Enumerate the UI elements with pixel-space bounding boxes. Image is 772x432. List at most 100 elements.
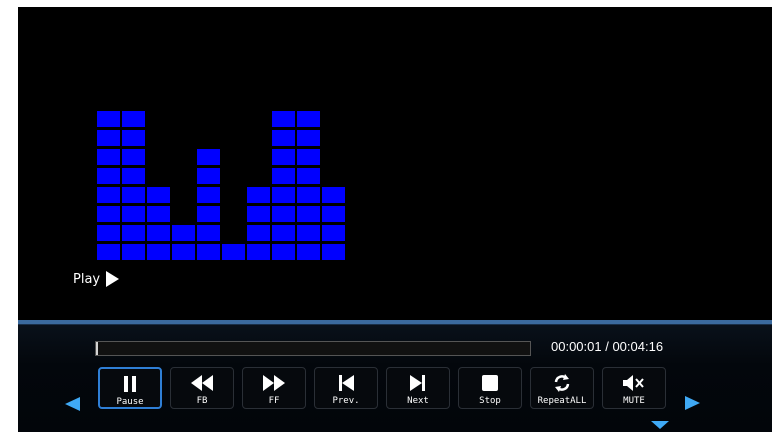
spectrum-cell <box>297 206 320 222</box>
control-bar: 00:00:01 / 00:04:16 Pause FB FF Prev. Next St… <box>18 320 772 432</box>
spectrum-cell <box>197 168 220 184</box>
stop-button[interactable]: Stop <box>458 367 522 409</box>
spectrum-cell <box>97 168 120 184</box>
playback-status-label: Play <box>73 271 101 287</box>
spectrum-cell <box>297 225 320 241</box>
spectrum-cell <box>172 225 195 241</box>
spectrum-cell <box>147 225 170 241</box>
repeat-all-button-label: RepeatALL <box>537 396 587 406</box>
play-icon <box>106 271 120 287</box>
spectrum-cell <box>322 187 345 203</box>
scroll-left-arrow-icon[interactable] <box>65 397 80 411</box>
spectrum-cell <box>197 206 220 222</box>
previous-button[interactable]: Prev. <box>314 367 378 409</box>
media-player-screen: Play 00:00:01 / 00:04:16 Pause FB FF Prev. N… <box>18 7 772 432</box>
audio-spectrum-visualizer <box>97 98 347 260</box>
spectrum-cell <box>97 130 120 146</box>
spectrum-bar-2 <box>122 108 145 260</box>
pause-icon <box>121 373 139 395</box>
spectrum-cell <box>272 168 295 184</box>
spectrum-cell <box>172 244 195 260</box>
time-display: 00:00:01 / 00:04:16 <box>551 339 664 354</box>
spectrum-cell <box>97 149 120 165</box>
spectrum-cell <box>247 225 270 241</box>
spectrum-cell <box>122 111 145 127</box>
spectrum-cell <box>197 244 220 260</box>
pause-button[interactable]: Pause <box>98 367 162 409</box>
fast-forward-button[interactable]: FF <box>242 367 306 409</box>
spectrum-bar-1 <box>97 108 120 260</box>
spectrum-cell <box>197 225 220 241</box>
spectrum-cell <box>147 187 170 203</box>
spectrum-cell <box>97 244 120 260</box>
stop-icon <box>482 372 498 394</box>
spectrum-cell <box>272 244 295 260</box>
spectrum-cell <box>322 206 345 222</box>
spectrum-cell <box>247 187 270 203</box>
spectrum-cell <box>97 111 120 127</box>
fast-backward-button-label: FB <box>196 396 208 406</box>
fast-backward-icon <box>191 372 213 394</box>
fast-forward-button-label: FF <box>268 396 280 406</box>
spectrum-cell <box>97 225 120 241</box>
mute-icon <box>623 372 645 394</box>
spectrum-cell <box>297 168 320 184</box>
spectrum-bar-7 <box>247 184 270 260</box>
scroll-down-arrow-icon[interactable] <box>651 421 669 429</box>
next-icon <box>410 372 426 394</box>
spectrum-cell <box>272 187 295 203</box>
spectrum-cell <box>197 149 220 165</box>
spectrum-cell <box>297 244 320 260</box>
repeat-icon <box>552 372 572 394</box>
spectrum-cell <box>97 206 120 222</box>
spectrum-cell <box>272 149 295 165</box>
fast-backward-button[interactable]: FB <box>170 367 234 409</box>
spectrum-cell <box>247 206 270 222</box>
previous-button-label: Prev. <box>332 396 360 406</box>
spectrum-cell <box>147 244 170 260</box>
control-bar-divider-shadow <box>18 324 772 325</box>
spectrum-cell <box>97 187 120 203</box>
next-button[interactable]: Next <box>386 367 450 409</box>
spectrum-cell <box>272 130 295 146</box>
stop-button-label: Stop <box>479 396 501 406</box>
spectrum-bar-5 <box>197 146 220 260</box>
spectrum-bar-3 <box>147 184 170 260</box>
spectrum-cell <box>122 149 145 165</box>
spectrum-cell <box>322 244 345 260</box>
spectrum-cell <box>322 225 345 241</box>
repeat-all-button[interactable]: RepeatALL <box>530 367 594 409</box>
spectrum-cell <box>122 244 145 260</box>
next-button-label: Next <box>407 396 429 406</box>
spectrum-bar-9 <box>297 108 320 260</box>
spectrum-cell <box>122 206 145 222</box>
spectrum-cell <box>272 225 295 241</box>
spectrum-cell <box>122 130 145 146</box>
spectrum-cell <box>247 244 270 260</box>
spectrum-cell <box>222 244 245 260</box>
fast-forward-icon <box>263 372 285 394</box>
progress-bar-fill <box>96 342 99 355</box>
previous-icon <box>338 372 354 394</box>
spectrum-bar-6 <box>222 241 245 260</box>
playback-status: Play <box>73 271 120 287</box>
spectrum-cell <box>272 206 295 222</box>
scroll-right-arrow-icon[interactable] <box>685 396 700 410</box>
mute-button[interactable]: MUTE <box>602 367 666 409</box>
spectrum-cell <box>122 187 145 203</box>
spectrum-cell <box>197 187 220 203</box>
spectrum-cell <box>297 149 320 165</box>
mute-button-label: MUTE <box>623 396 645 406</box>
spectrum-cell <box>297 111 320 127</box>
progress-bar[interactable] <box>95 341 531 356</box>
spectrum-bar-10 <box>322 184 345 260</box>
spectrum-bar-4 <box>172 222 195 260</box>
spectrum-cell <box>272 111 295 127</box>
spectrum-cell <box>122 225 145 241</box>
spectrum-cell <box>147 206 170 222</box>
spectrum-bar-8 <box>272 108 295 260</box>
spectrum-cell <box>122 168 145 184</box>
pause-button-label: Pause <box>116 397 144 407</box>
spectrum-cell <box>297 130 320 146</box>
spectrum-cell <box>297 187 320 203</box>
